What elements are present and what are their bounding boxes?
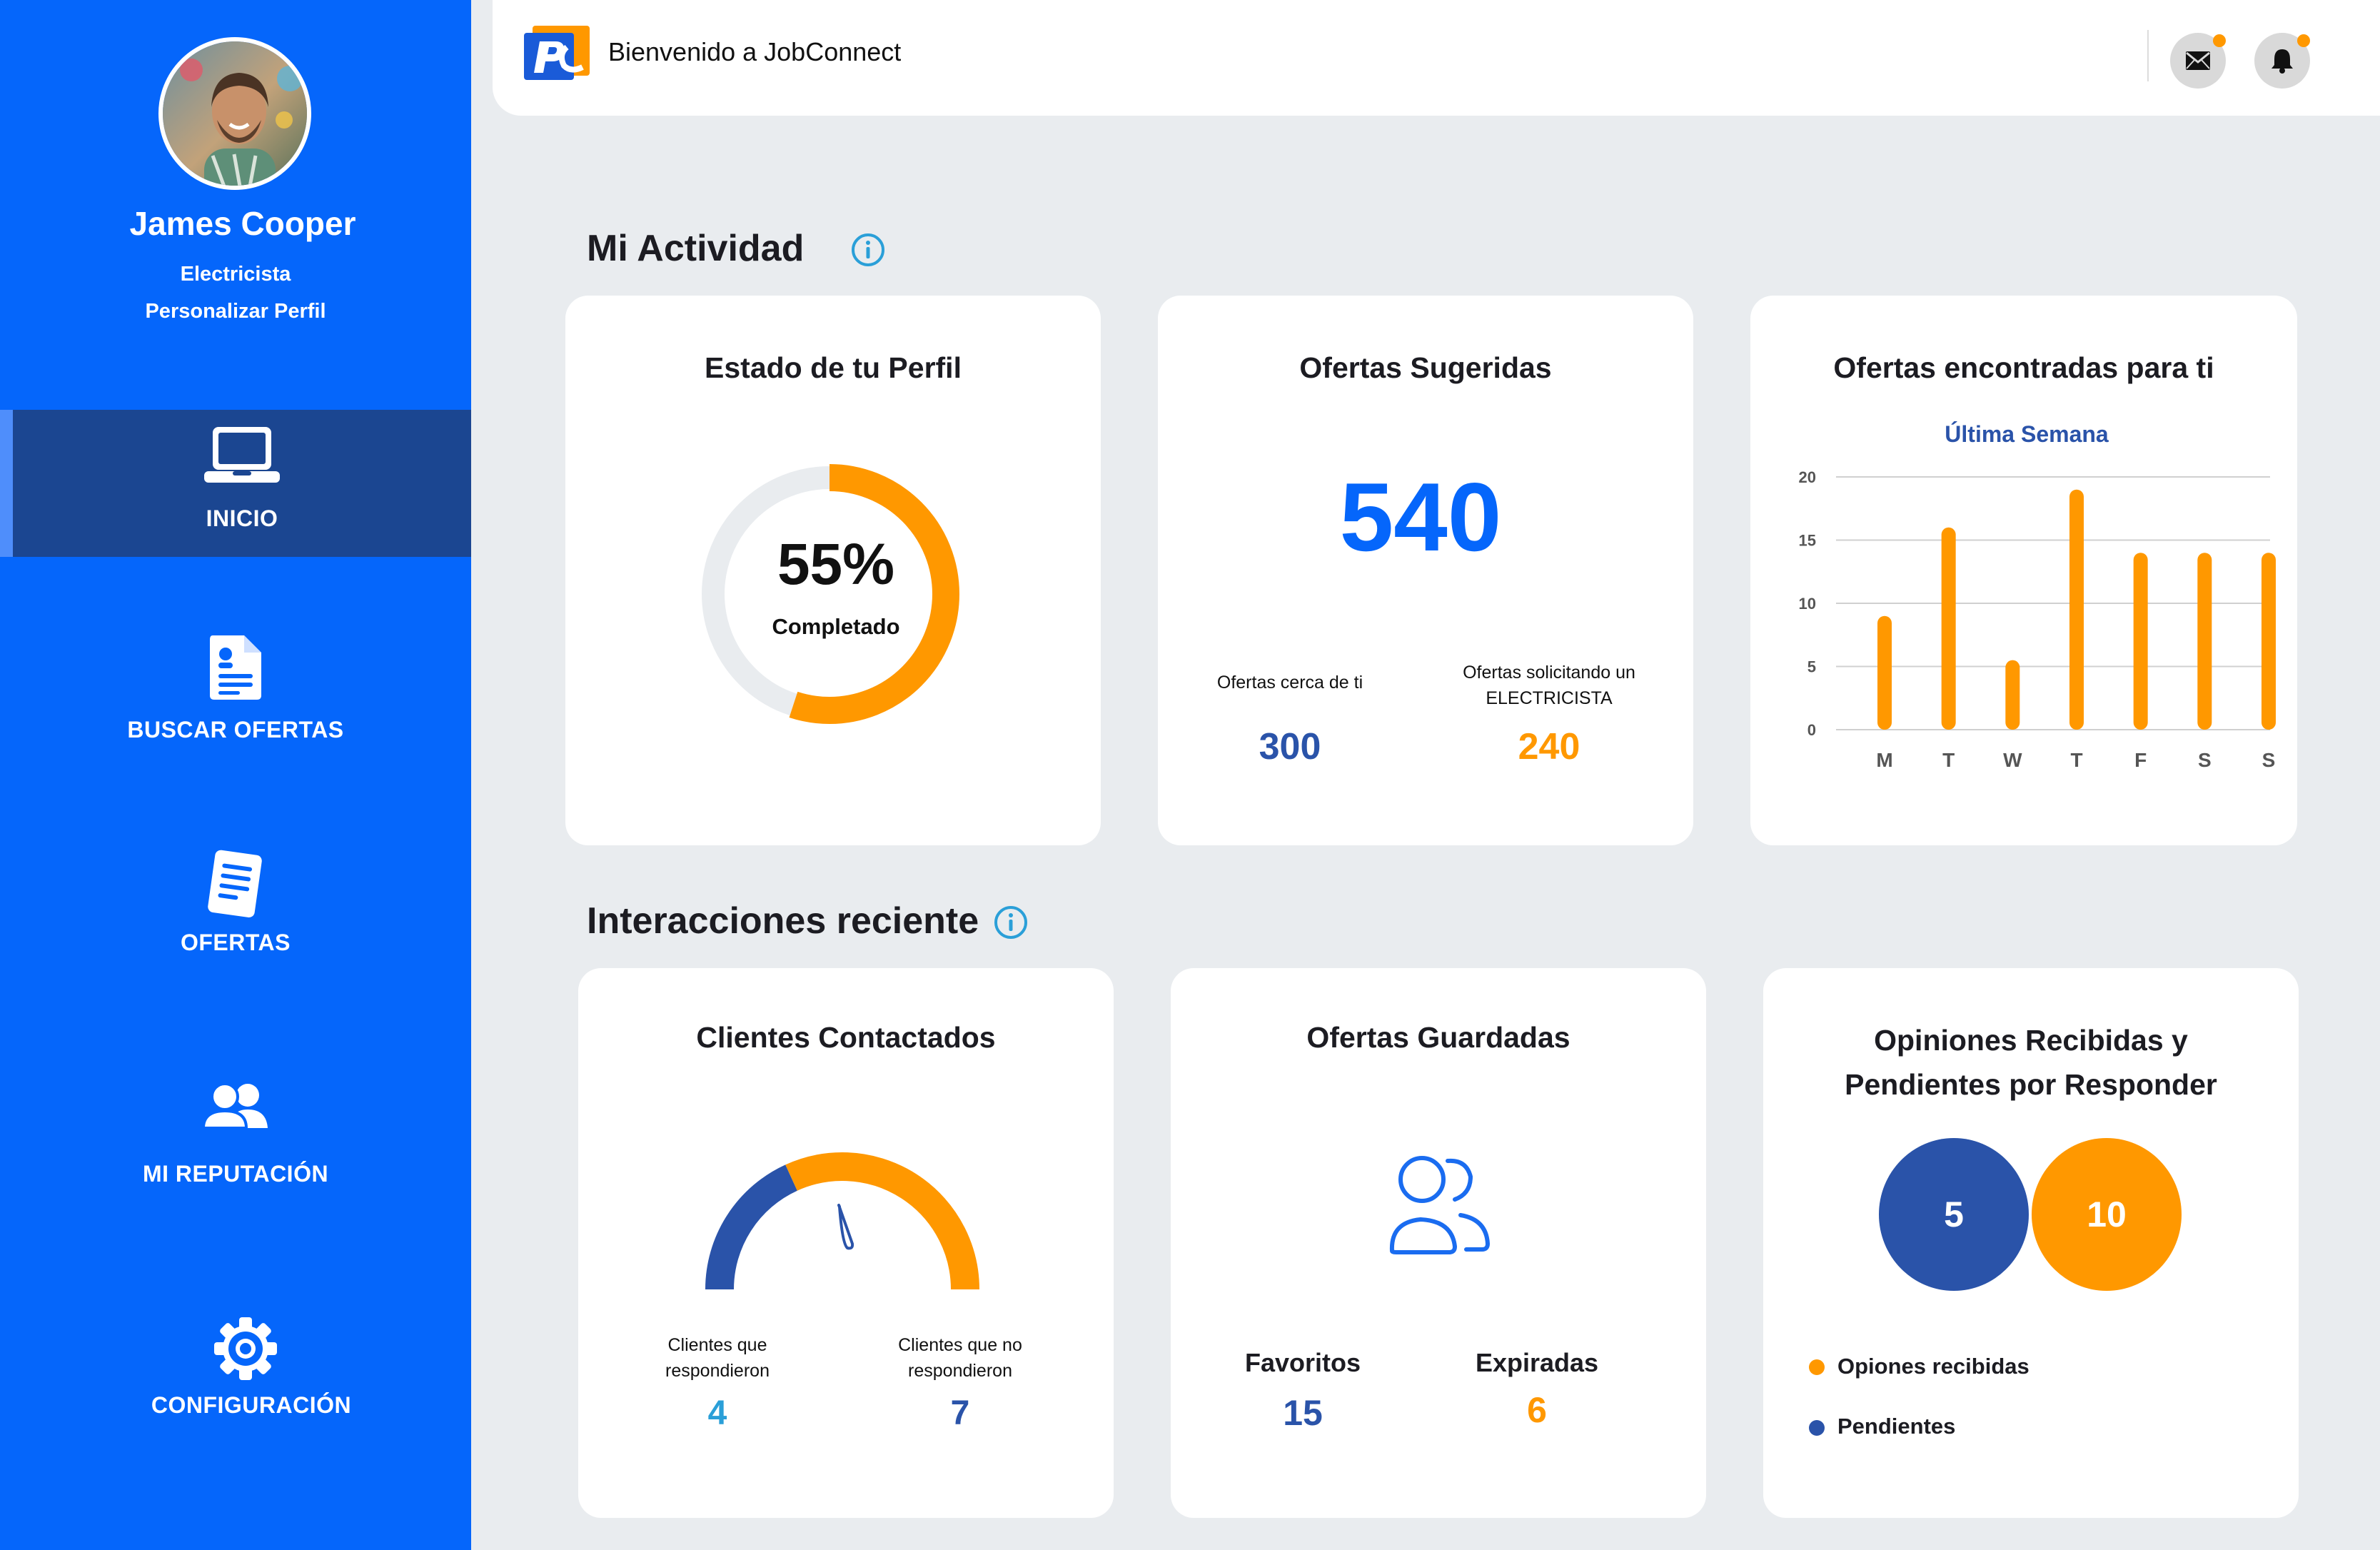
gear-icon xyxy=(214,1317,277,1380)
user-role: Electricista xyxy=(180,263,291,286)
customize-profile-link[interactable]: Personalizar Perfil xyxy=(0,300,471,323)
responded-value: 4 xyxy=(707,1394,727,1432)
nav-item-mi-reputacion[interactable]: MI REPUTACIÓN xyxy=(0,1072,471,1219)
requesting-offers-label: Ofertas solicitando un ELECTRICISTA xyxy=(1463,663,1635,708)
legend-received-dot xyxy=(1809,1359,1825,1375)
requesting-offers-value: 240 xyxy=(1518,726,1580,768)
card-title-line-1: Opiniones Recibidas y xyxy=(1874,1024,2188,1057)
sidebar: James Cooper Electricista Personalizar P… xyxy=(0,0,471,1550)
x-tick-label: M xyxy=(1876,749,1892,771)
messages-notification-dot xyxy=(2213,34,2226,47)
nav-item-inicio[interactable]: INICIO xyxy=(0,410,471,557)
avatar-photo xyxy=(163,41,307,186)
users-icon xyxy=(202,1082,268,1128)
card-title: Estado de tu Perfil xyxy=(705,351,962,384)
nav-label-inicio: INICIO xyxy=(206,505,278,531)
card-title: Ofertas Sugeridas xyxy=(1299,351,1552,384)
y-tick-label: 0 xyxy=(1807,721,1816,739)
header-divider xyxy=(2147,30,2149,81)
nav-label-ofertas: OFERTAS xyxy=(180,930,291,955)
nav-label-buscar-ofertas: BUSCAR OFERTAS xyxy=(127,717,344,743)
bar xyxy=(2133,553,2148,730)
nav-label-mi-reputacion: MI REPUTACIÓN xyxy=(142,1161,329,1187)
y-tick-label: 10 xyxy=(1799,595,1816,613)
messages-button[interactable] xyxy=(2170,33,2226,89)
section-title-mi-actividad: Mi Actividad xyxy=(587,228,805,269)
bar xyxy=(2197,553,2212,730)
gauge-responded-arc xyxy=(705,1164,798,1290)
welcome-text: Bienvenido a JobConnect xyxy=(608,37,902,66)
notifications-button[interactable] xyxy=(2254,33,2310,89)
card-saved-offers: Ofertas Guardadas Favoritos 15 Expiradas… xyxy=(1171,968,1706,1518)
responded-label: Clientes que respondieron xyxy=(665,1335,770,1381)
profile-status-label: Completado xyxy=(772,614,900,639)
not-responded-value: 7 xyxy=(950,1394,970,1432)
bell-icon xyxy=(2271,49,2293,74)
contacted-gauge-chart xyxy=(705,1152,979,1290)
bar xyxy=(2069,489,2084,730)
suggested-total: 540 xyxy=(1339,463,1502,571)
bar xyxy=(2261,553,2276,730)
bar xyxy=(2005,660,2020,730)
notifications-dot xyxy=(2297,34,2310,47)
laptop-icon xyxy=(204,427,280,483)
bar xyxy=(1877,615,1892,730)
x-tick-label: T xyxy=(2070,749,2082,771)
mail-icon xyxy=(2186,51,2210,70)
nav-item-ofertas[interactable]: OFERTAS xyxy=(0,841,471,988)
favorites-value: 15 xyxy=(1283,1393,1323,1433)
gauge-not-responded-arc xyxy=(785,1152,979,1290)
saved-users-icon xyxy=(1389,1156,1491,1254)
legend-pending-dot xyxy=(1809,1420,1825,1436)
jobconnect-logo xyxy=(524,26,590,80)
profile-percent: 55% xyxy=(777,532,895,597)
near-offers-value: 300 xyxy=(1259,726,1321,768)
info-icon[interactable] xyxy=(994,905,1028,940)
legend-received-label: Opiones recibidas xyxy=(1837,1354,2029,1379)
weekly-offers-bar-chart: 0 5 10 15 20 M T W T F S S xyxy=(1799,468,2276,771)
card-title: Ofertas Guardadas xyxy=(1306,1021,1570,1054)
card-title-line-2: Pendientes por Responder xyxy=(1845,1068,2217,1101)
y-tick-label: 15 xyxy=(1799,532,1816,550)
x-tick-label: F xyxy=(2134,749,2147,771)
x-tick-label: W xyxy=(2003,749,2022,771)
card-found-offers: Ofertas encontradas para ti Última Seman… xyxy=(1750,296,2297,845)
y-tick-label: 20 xyxy=(1799,468,1816,486)
card-suggested-offers: Ofertas Sugeridas 540 Ofertas cerca de t… xyxy=(1158,296,1693,845)
bar xyxy=(1941,527,1956,730)
favorites-label: Favoritos xyxy=(1244,1348,1361,1377)
not-responded-label: Clientes que no respondieron xyxy=(898,1335,1022,1381)
card-contacted-clients: Clientes Contactados Clientes que respon… xyxy=(578,968,1114,1518)
x-tick-label: S xyxy=(2198,749,2212,771)
received-reviews-bubble: 10 xyxy=(2032,1138,2182,1291)
section-title-interacciones: Interacciones reciente xyxy=(587,900,979,942)
info-icon[interactable] xyxy=(851,233,885,267)
nav-item-configuracion[interactable]: CONFIGURACIÓN xyxy=(0,1308,471,1455)
document-icon xyxy=(210,635,261,700)
user-name: James Cooper xyxy=(129,205,356,242)
avatar[interactable] xyxy=(158,37,311,190)
y-tick-label: 5 xyxy=(1807,658,1816,676)
expired-label: Expiradas xyxy=(1475,1348,1599,1377)
top-header: Bienvenido a JobConnect xyxy=(493,0,2380,116)
nav-item-buscar-ofertas[interactable]: BUSCAR OFERTAS xyxy=(0,623,471,770)
card-title: Clientes Contactados xyxy=(696,1021,996,1054)
legend-pending-label: Pendientes xyxy=(1837,1414,1956,1439)
gauge-needle xyxy=(837,1204,854,1250)
card-reviews: Opiniones Recibidas y Pendientes por Res… xyxy=(1763,968,2299,1518)
near-offers-label: Ofertas cerca de ti xyxy=(1216,673,1363,693)
nav-label-configuracion: CONFIGURACIÓN xyxy=(151,1392,352,1418)
pending-reviews-bubble: 5 xyxy=(1879,1138,2029,1291)
x-tick-label: T xyxy=(1942,749,1955,771)
offers-icon xyxy=(208,850,262,917)
expired-value: 6 xyxy=(1527,1390,1547,1430)
x-tick-label: S xyxy=(2262,749,2276,771)
card-profile-status: Estado de tu Perfil 55% Completado xyxy=(565,296,1101,845)
